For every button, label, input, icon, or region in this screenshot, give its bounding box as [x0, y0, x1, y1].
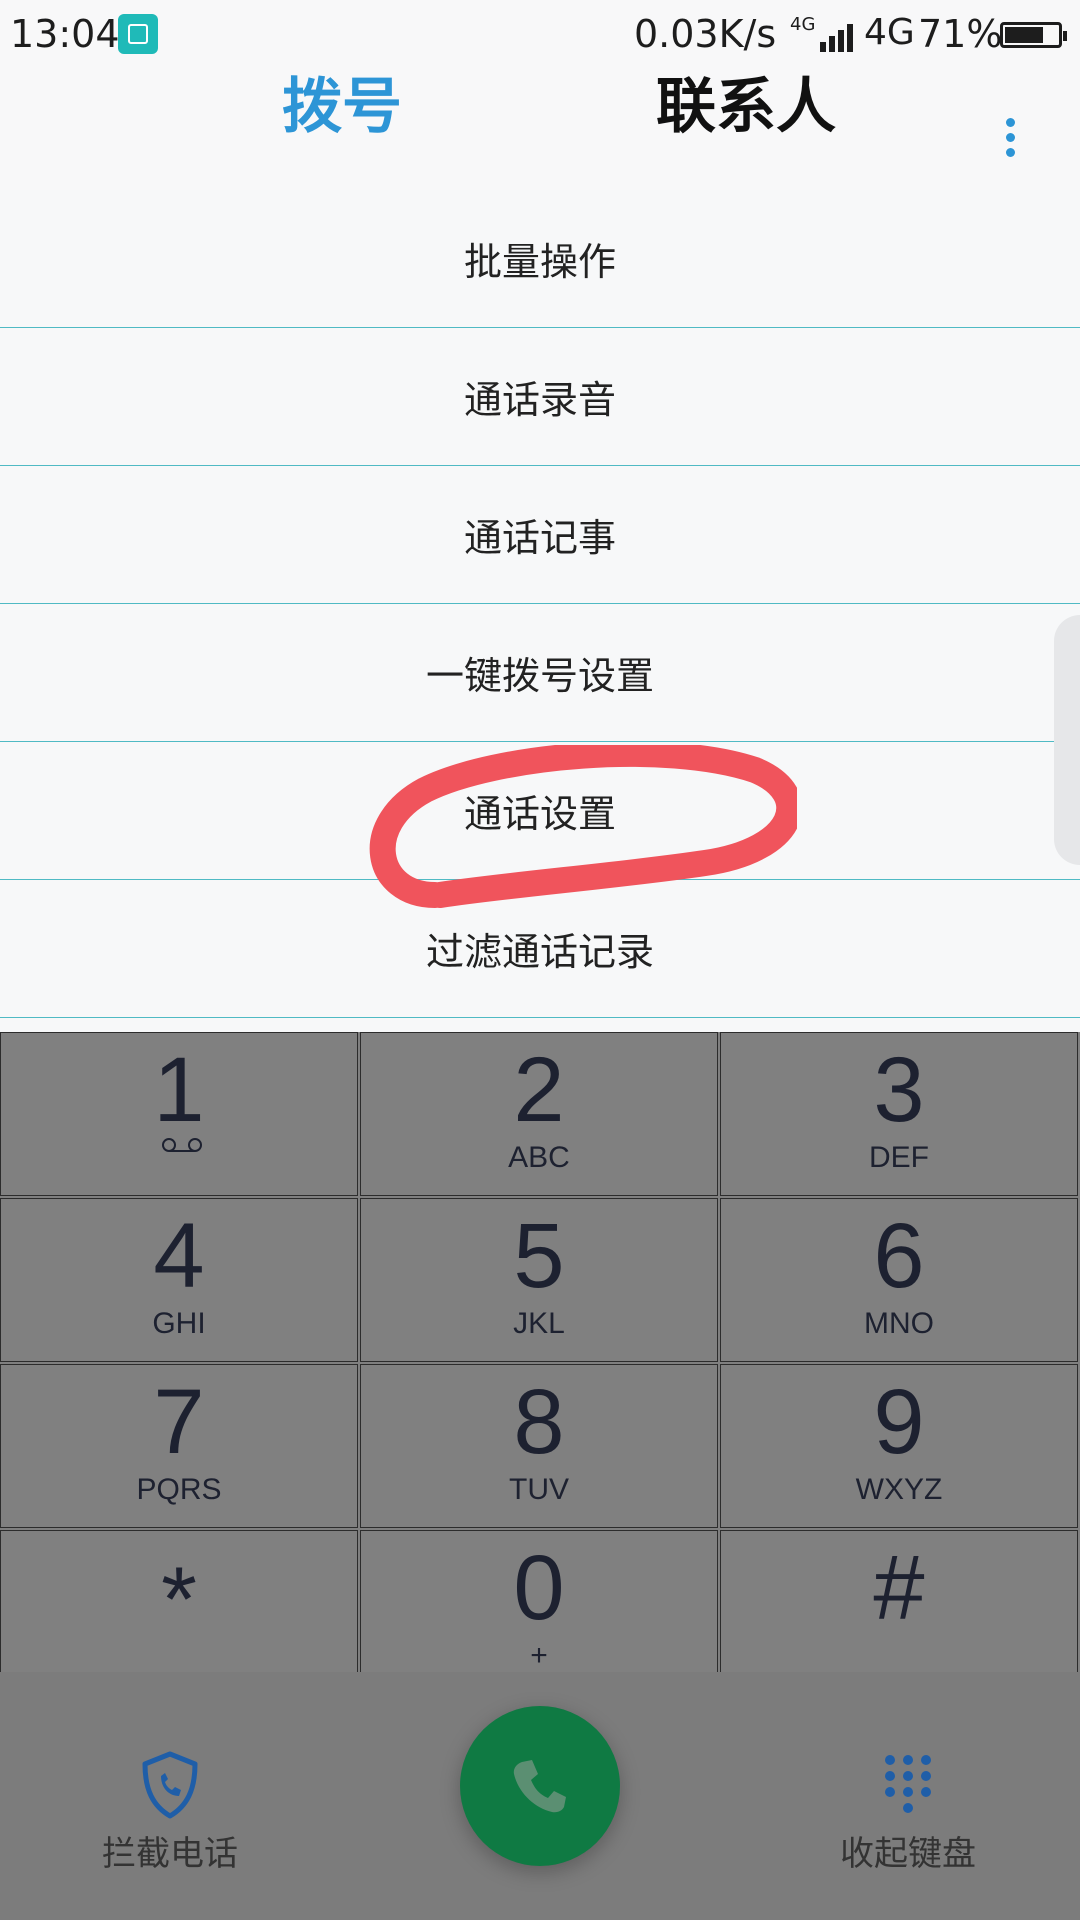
- key-digit: 9: [873, 1371, 925, 1473]
- side-drawer-handle[interactable]: [1054, 615, 1080, 865]
- key-digit: 8: [513, 1371, 565, 1473]
- key-letters: ABC: [508, 1141, 570, 1174]
- voicemail-icon: [162, 1138, 202, 1152]
- key-letters: JKL: [513, 1307, 565, 1340]
- dial-keypad: 1 2 ABC 3 DEF 4 GHI 5 JKL 6 MNO 7 PQRS 8…: [0, 1032, 1080, 1694]
- status-time: 13:04: [10, 12, 120, 56]
- menu-item-label: 过滤通话记录: [425, 930, 654, 974]
- key-digit: 2: [513, 1039, 565, 1141]
- key-letters: PQRS: [136, 1473, 222, 1506]
- menu-item-speed-dial[interactable]: 一键拨号设置: [0, 604, 1080, 742]
- key-8[interactable]: 8 TUV: [360, 1364, 718, 1528]
- key-1[interactable]: 1: [0, 1032, 358, 1196]
- battery-icon: [1000, 22, 1067, 48]
- menu-item-label: 批量操作: [463, 240, 616, 284]
- key-9[interactable]: 9 WXYZ: [720, 1364, 1078, 1528]
- key-3[interactable]: 3 DEF: [720, 1032, 1078, 1196]
- key-digit: 4: [153, 1205, 205, 1307]
- key-digit: 0: [513, 1537, 565, 1639]
- hide-keypad-button[interactable]: 收起键盘: [818, 1750, 998, 1875]
- key-2[interactable]: 2 ABC: [360, 1032, 718, 1196]
- screenshot-icon: [118, 14, 158, 54]
- menu-item-batch[interactable]: 批量操作: [0, 190, 1080, 328]
- key-letters: TUV: [509, 1473, 569, 1506]
- shield-phone-icon: [142, 1751, 198, 1819]
- key-digit: *: [161, 1549, 197, 1651]
- key-0[interactable]: 0 +: [360, 1530, 718, 1694]
- menu-item-label: 通话录音: [463, 378, 616, 422]
- menu-item-label: 通话记事: [463, 516, 616, 560]
- key-digit: 7: [153, 1371, 205, 1473]
- key-letters: GHI: [152, 1307, 206, 1340]
- key-hash[interactable]: #: [720, 1530, 1078, 1694]
- signal-icon: [820, 18, 860, 52]
- highlight-circle: [369, 745, 797, 908]
- top-bar: 13:04 0.03K/s 4G 4G 71% 拨号 联系人: [0, 0, 1080, 191]
- key-letters: +: [530, 1639, 548, 1672]
- keypad-icon: [885, 1755, 931, 1813]
- hide-keypad-label: 收起键盘: [840, 1834, 976, 1874]
- more-menu-icon[interactable]: [996, 112, 1024, 164]
- block-calls-label: 拦截电话: [102, 1834, 238, 1874]
- tab-contacts[interactable]: 联系人: [656, 58, 836, 145]
- network-speed: 0.03K/s: [634, 12, 777, 56]
- key-6[interactable]: 6 MNO: [720, 1198, 1078, 1362]
- battery-percent: 71%: [918, 12, 1003, 56]
- key-letters: DEF: [869, 1141, 929, 1174]
- key-digit: #: [873, 1537, 925, 1639]
- key-letters: MNO: [864, 1307, 934, 1340]
- key-digit: 1: [153, 1039, 205, 1141]
- menu-item-label: 一键拨号设置: [425, 654, 654, 698]
- key-digit: 5: [513, 1205, 565, 1307]
- status-bar: 13:04 0.03K/s 4G 4G 71%: [0, 0, 1080, 70]
- menu-item-call-recording[interactable]: 通话录音: [0, 328, 1080, 466]
- key-4[interactable]: 4 GHI: [0, 1198, 358, 1362]
- call-button[interactable]: [460, 1706, 620, 1866]
- key-digit: 6: [873, 1205, 925, 1307]
- key-digit: 3: [873, 1039, 925, 1141]
- phone-icon: [513, 1760, 566, 1813]
- network-type: 4G: [864, 12, 915, 53]
- menu-item-call-notes[interactable]: 通话记事: [0, 466, 1080, 604]
- data-indicator: 4G: [790, 14, 816, 35]
- key-7[interactable]: 7 PQRS: [0, 1364, 358, 1528]
- key-5[interactable]: 5 JKL: [360, 1198, 718, 1362]
- bottom-bar: 拦截电话 收起键盘: [0, 1672, 1080, 1920]
- block-calls-button[interactable]: 拦截电话: [80, 1750, 260, 1875]
- key-letters: WXYZ: [855, 1473, 943, 1506]
- tab-dial[interactable]: 拨号: [282, 58, 402, 145]
- key-star[interactable]: *: [0, 1530, 358, 1694]
